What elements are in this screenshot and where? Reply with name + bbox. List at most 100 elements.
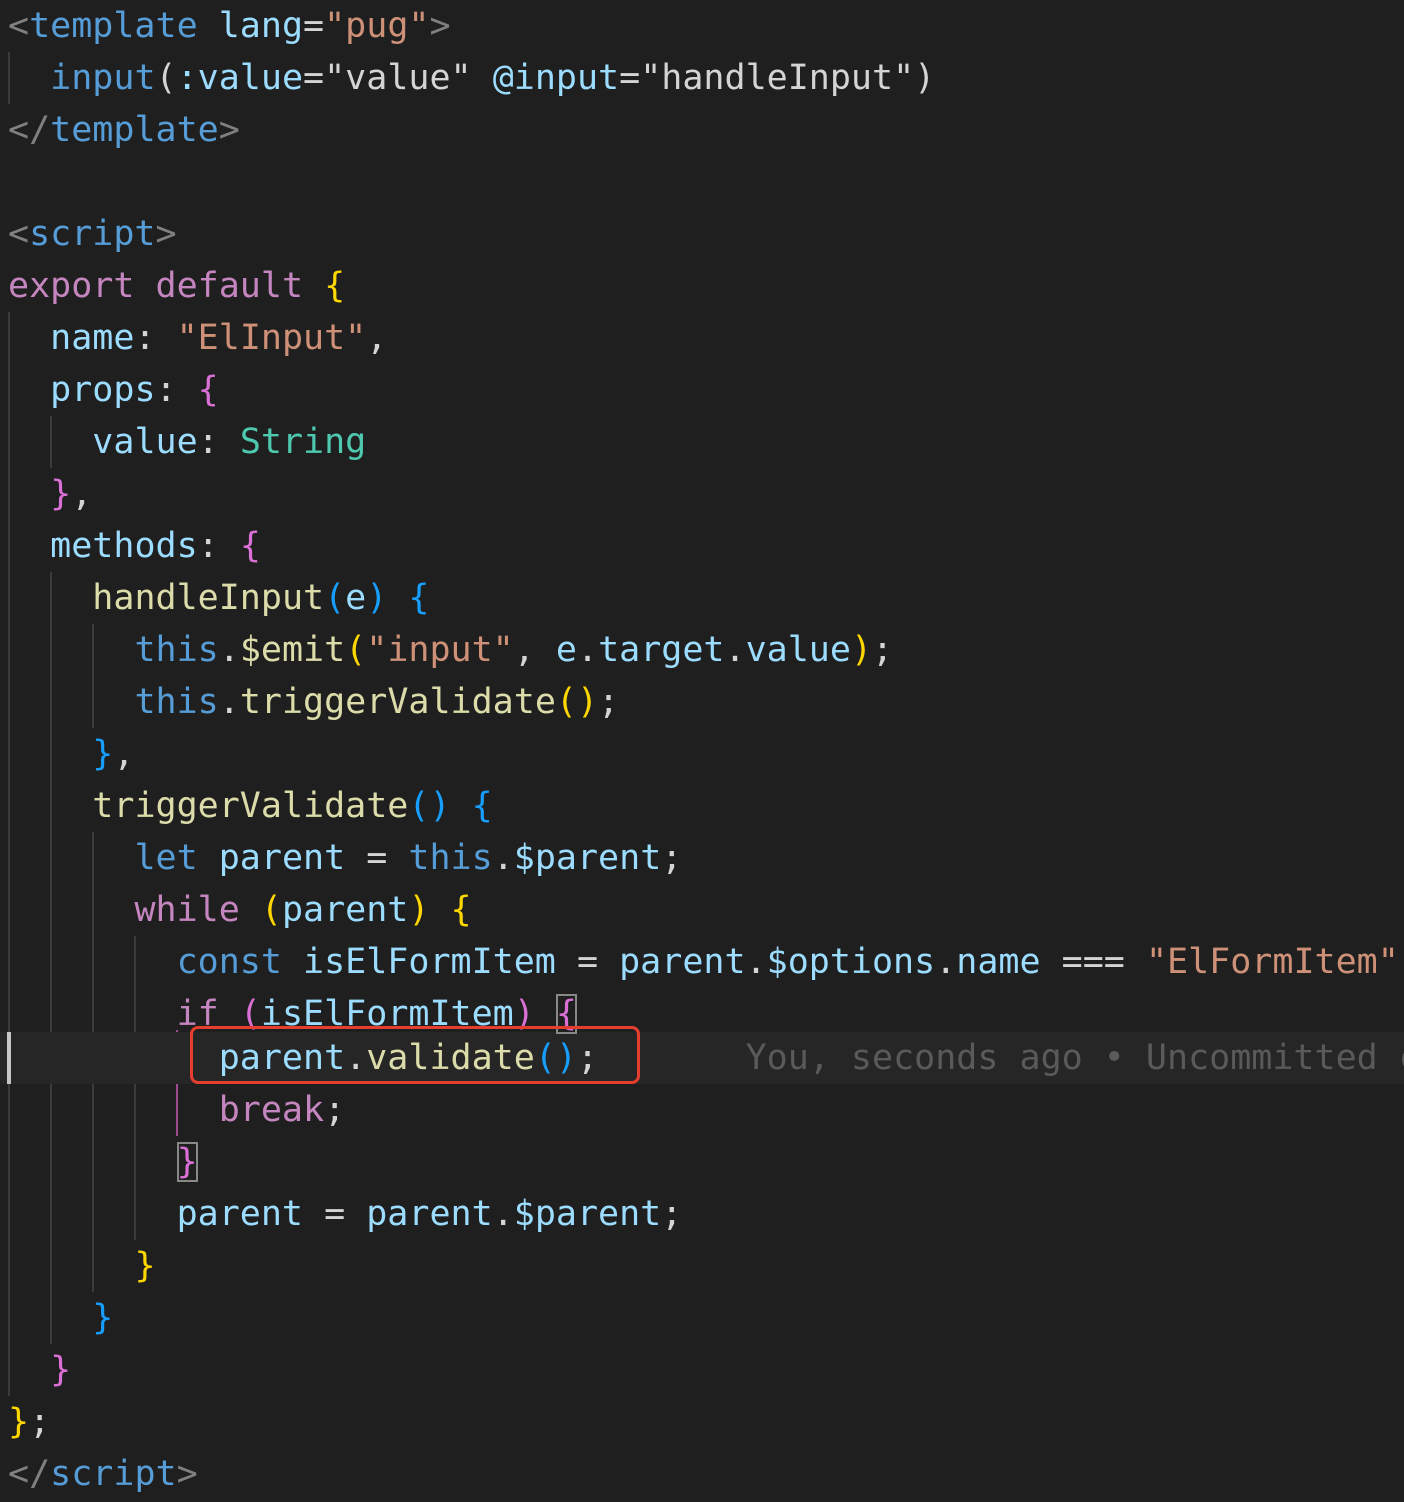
code-line-28[interactable]: }; (8, 1396, 1404, 1448)
token: = (303, 1194, 367, 1234)
token: { (471, 786, 493, 826)
code-line-8[interactable]: props: { (8, 364, 1404, 416)
token: , (71, 474, 93, 514)
token: > (218, 110, 240, 150)
code-line-7[interactable]: name: "ElInput", (8, 312, 1404, 364)
token: : (155, 370, 198, 410)
code-line-29[interactable]: </script> (8, 1448, 1404, 1500)
token: : (134, 318, 177, 358)
code-line-16[interactable]: triggerValidate() { (8, 780, 1404, 832)
token: export (8, 266, 135, 306)
token: props (50, 370, 156, 410)
token: ) (429, 786, 451, 826)
token: . (492, 838, 514, 878)
token: . (745, 942, 767, 982)
code-line-17[interactable]: let parent = this.$parent; (8, 832, 1404, 884)
token: < (8, 6, 30, 46)
code-line-27[interactable]: } (8, 1344, 1404, 1396)
code-line-15[interactable]: }, (8, 728, 1404, 780)
token: < (8, 214, 30, 254)
code-line-5[interactable]: <script> (8, 208, 1404, 260)
token: name (956, 942, 1041, 982)
code-line-25[interactable]: } (8, 1240, 1404, 1292)
code-line-2[interactable]: input(:value="value" @input="handleInput… (8, 52, 1404, 104)
token: > (429, 6, 451, 46)
code-line-3[interactable]: </template> (8, 104, 1404, 156)
token: { (239, 526, 261, 566)
token: } (8, 1402, 30, 1442)
code-line-26[interactable]: } (8, 1292, 1404, 1344)
code-line-6[interactable]: export default { (8, 260, 1404, 312)
token: : (197, 422, 240, 462)
token: "ElInput" (176, 318, 367, 358)
token: $emit (239, 630, 346, 670)
token: = (345, 838, 409, 878)
token: parent (619, 942, 746, 982)
token: > (155, 214, 177, 254)
token: parent (176, 1194, 304, 1234)
token: e (555, 630, 577, 670)
token: String (239, 422, 367, 462)
token: handleInput (92, 578, 325, 618)
code-line-12[interactable]: handleInput(e) { (8, 572, 1404, 624)
token: "handleInput" (640, 58, 915, 98)
token: let (134, 838, 198, 878)
token: </ (8, 110, 51, 150)
code-editor[interactable]: <template lang="pug"> input(:value="valu… (0, 0, 1404, 1502)
token: template (29, 6, 198, 46)
token: ; (324, 1090, 346, 1130)
token: const (176, 942, 282, 982)
token: $parent (513, 838, 662, 878)
token: ; (29, 1402, 51, 1442)
token: ) (914, 58, 936, 98)
token: script (50, 1454, 177, 1494)
code-line-18[interactable]: while (parent) { (8, 884, 1404, 936)
code-line-1[interactable]: <template lang="pug"> (8, 0, 1404, 52)
token: $parent (513, 1194, 662, 1234)
token: "pug" (324, 6, 430, 46)
token: > (176, 1454, 198, 1494)
token: parent (281, 890, 409, 930)
token: ; (872, 630, 894, 670)
token: this (134, 682, 219, 722)
token: </ (8, 1454, 51, 1494)
code-line-22[interactable]: break; (8, 1084, 1404, 1136)
code-line-9[interactable]: value: String (8, 416, 1404, 468)
token: { (450, 890, 472, 930)
token: this (408, 838, 493, 878)
token: ; (661, 1194, 683, 1234)
token: ; (598, 682, 620, 722)
token: ( (260, 890, 282, 930)
token: while (134, 890, 240, 930)
token: . (724, 630, 746, 670)
token: "input" (366, 630, 514, 670)
token: , (366, 318, 388, 358)
token: } (92, 1298, 114, 1338)
code-line-13[interactable]: this.$emit("input", e.target.value); (8, 624, 1404, 676)
token: triggerValidate (239, 682, 556, 722)
token: "ElFormItem" (1145, 942, 1399, 982)
token: break (218, 1090, 325, 1130)
token: input (50, 58, 156, 98)
token: name (50, 318, 135, 358)
token: isElFormItem (303, 942, 556, 982)
token: ) (366, 578, 388, 618)
token: target (598, 630, 725, 670)
token: triggerValidate (92, 786, 409, 826)
code-line-19[interactable]: const isElFormItem = parent.$options.nam… (8, 936, 1404, 988)
code-line-23[interactable]: } (8, 1136, 1404, 1188)
code-line-24[interactable]: parent = parent.$parent; (8, 1188, 1404, 1240)
code-line-10[interactable]: }, (8, 468, 1404, 520)
token: { (408, 578, 430, 618)
code-line-14[interactable]: this.triggerValidate(); (8, 676, 1404, 728)
matched-bracket: } (176, 1142, 198, 1182)
token: = (303, 58, 325, 98)
code-line-11[interactable]: methods: { (8, 520, 1404, 572)
token: ; (1399, 942, 1404, 982)
